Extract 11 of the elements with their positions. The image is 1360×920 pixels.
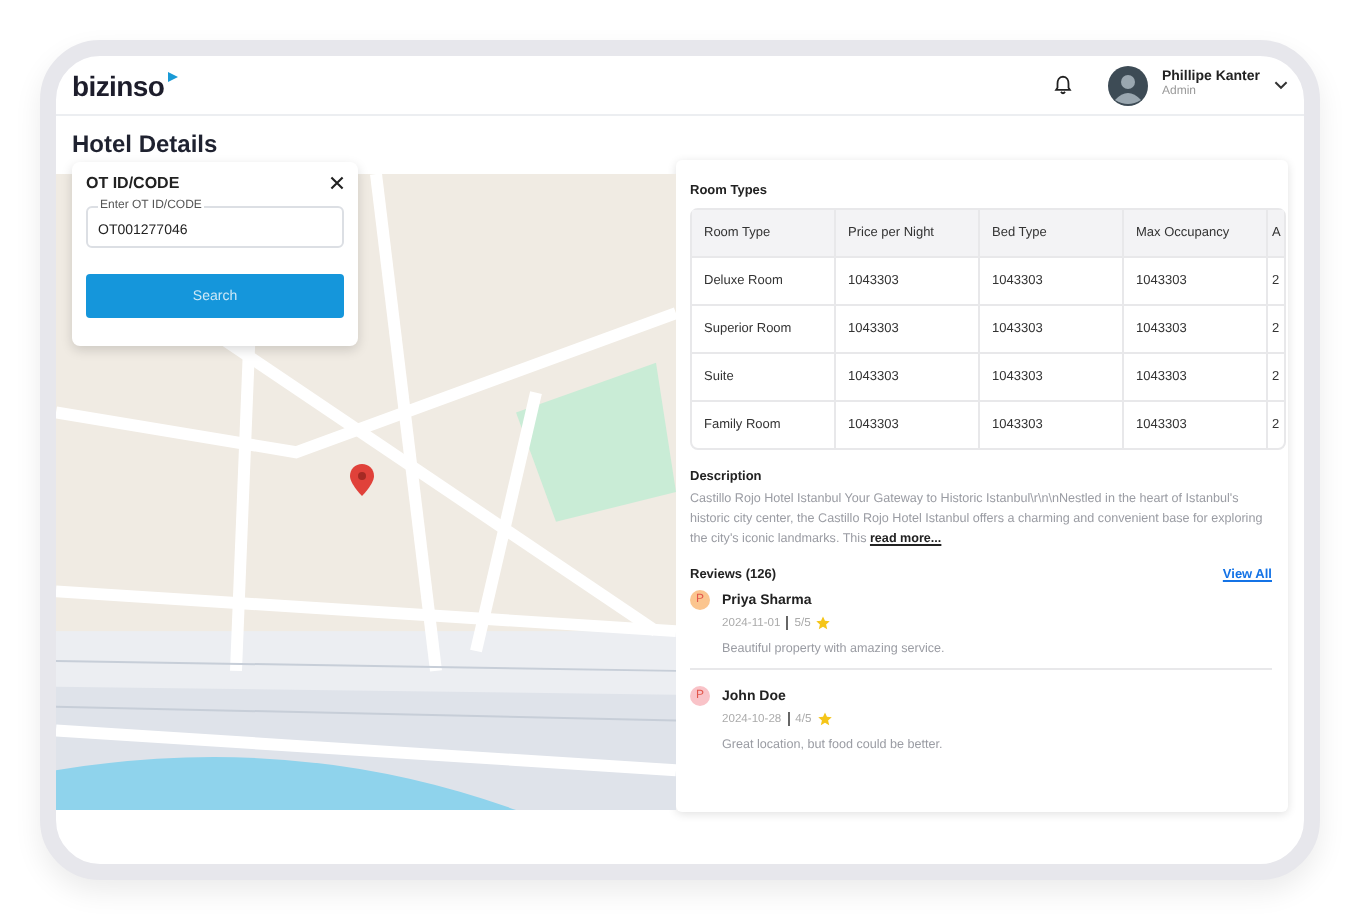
- star-icon: [817, 712, 832, 727]
- lookup-title: OT ID/CODE: [86, 174, 180, 192]
- notification-bell-icon[interactable]: [1051, 74, 1074, 96]
- chevron-down-icon[interactable]: [1274, 80, 1288, 90]
- close-icon[interactable]: [330, 176, 344, 190]
- page-title: Hotel Details: [72, 130, 220, 158]
- map-pin-icon[interactable]: [350, 464, 374, 496]
- user-avatar[interactable]: [1107, 65, 1148, 105]
- logo-arrow-icon: [166, 71, 181, 81]
- star-icon: [816, 616, 831, 631]
- logo: bizinso: [72, 69, 165, 101]
